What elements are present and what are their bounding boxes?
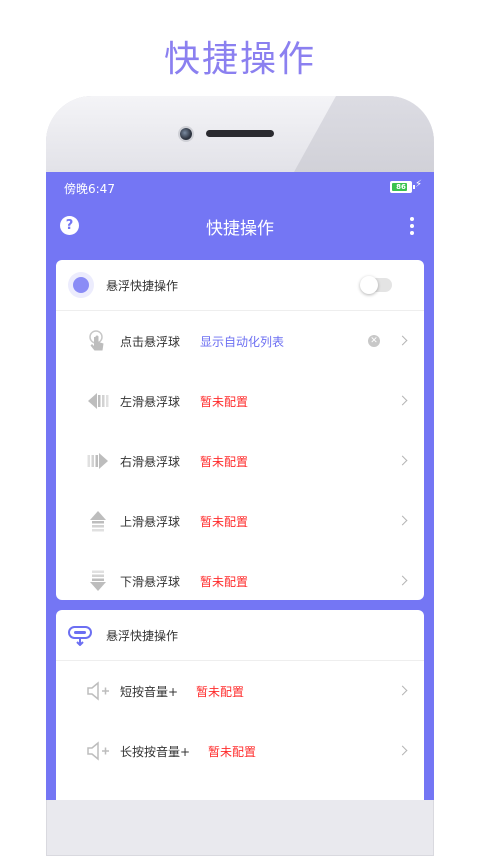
app-bar: ? 快捷操作	[46, 202, 434, 252]
row-value: 暂未配置	[196, 685, 245, 699]
list-item-swipe-up[interactable]: 上滑悬浮球 暂未配置	[56, 491, 424, 551]
battery-icon: 86	[390, 181, 415, 193]
swipe-right-icon	[87, 453, 108, 469]
clear-icon[interactable]: ✕	[368, 335, 380, 347]
row-label: 短按音量+	[120, 685, 179, 699]
more-menu-button[interactable]	[410, 217, 414, 235]
camera-icon	[180, 128, 192, 140]
list-item-partial[interactable]	[56, 781, 424, 800]
swipe-up-icon	[90, 511, 106, 532]
status-time: 傍晚6:47	[64, 182, 115, 196]
row-label: 长按按音量+	[120, 745, 191, 759]
floating-ball-icon	[68, 272, 94, 298]
floating-ball-toggle[interactable]	[360, 276, 392, 294]
chevron-right-icon	[397, 335, 408, 346]
row-value: 暂未配置	[200, 575, 249, 589]
remote-key-icon	[68, 626, 92, 646]
row-label: 右滑悬浮球	[120, 455, 181, 469]
list-item-swipe-right[interactable]: 右滑悬浮球 暂未配置	[56, 431, 424, 491]
chevron-right-icon	[397, 395, 408, 406]
phone-top-bezel	[46, 96, 434, 172]
list-item-long-press-volume-up[interactable]: 长按按音量+ 暂未配置	[56, 721, 424, 781]
volume-up-icon	[87, 741, 109, 761]
card-title: 悬浮快捷操作	[106, 629, 179, 643]
app-screen: 傍晚6:47 86 ⚡ ? 快捷操作 悬浮快捷操作 点击悬浮球 显示自动化列表 …	[46, 172, 434, 800]
chevron-right-icon	[397, 575, 408, 586]
row-label: 下滑悬浮球	[120, 575, 181, 589]
swipe-down-icon	[90, 570, 106, 591]
row-value: 暂未配置	[200, 395, 249, 409]
chevron-right-icon	[397, 745, 408, 756]
row-value: 暂未配置	[208, 745, 257, 759]
volume-shortcut-card: 悬浮快捷操作 短按音量+ 暂未配置 长按按音量+ 暂未配置	[56, 610, 424, 800]
page-title: 快捷操作	[206, 219, 274, 239]
row-label: 上滑悬浮球	[120, 515, 181, 529]
chevron-right-icon	[397, 685, 408, 696]
battery-level: 86	[396, 183, 406, 191]
row-value: 显示自动化列表	[200, 335, 285, 349]
swipe-left-icon	[88, 393, 109, 409]
list-item-swipe-down[interactable]: 下滑悬浮球 暂未配置	[56, 551, 424, 611]
list-item-swipe-left[interactable]: 左滑悬浮球 暂未配置	[56, 371, 424, 431]
chevron-right-icon	[397, 455, 408, 466]
tap-icon	[89, 330, 104, 351]
card-header: 悬浮快捷操作	[56, 610, 424, 661]
volume-up-icon	[87, 681, 109, 701]
card-header: 悬浮快捷操作	[56, 260, 424, 311]
card-title: 悬浮快捷操作	[106, 279, 179, 293]
row-label: 左滑悬浮球	[120, 395, 181, 409]
list-item-tap[interactable]: 点击悬浮球 显示自动化列表 ✕	[56, 311, 424, 371]
list-item-short-press-volume-up[interactable]: 短按音量+ 暂未配置	[56, 661, 424, 721]
floating-ball-card: 悬浮快捷操作 点击悬浮球 显示自动化列表 ✕ 左滑悬浮球 暂未配置 右滑悬浮球 …	[56, 260, 424, 600]
speaker-grille	[206, 130, 274, 137]
row-value: 暂未配置	[200, 515, 249, 529]
promo-title: 快捷操作	[163, 39, 316, 80]
charging-icon: ⚡	[414, 179, 422, 190]
chevron-right-icon	[397, 515, 408, 526]
status-bar: 傍晚6:47 86 ⚡	[46, 172, 434, 202]
row-label: 点击悬浮球	[120, 335, 181, 349]
row-value: 暂未配置	[200, 455, 249, 469]
